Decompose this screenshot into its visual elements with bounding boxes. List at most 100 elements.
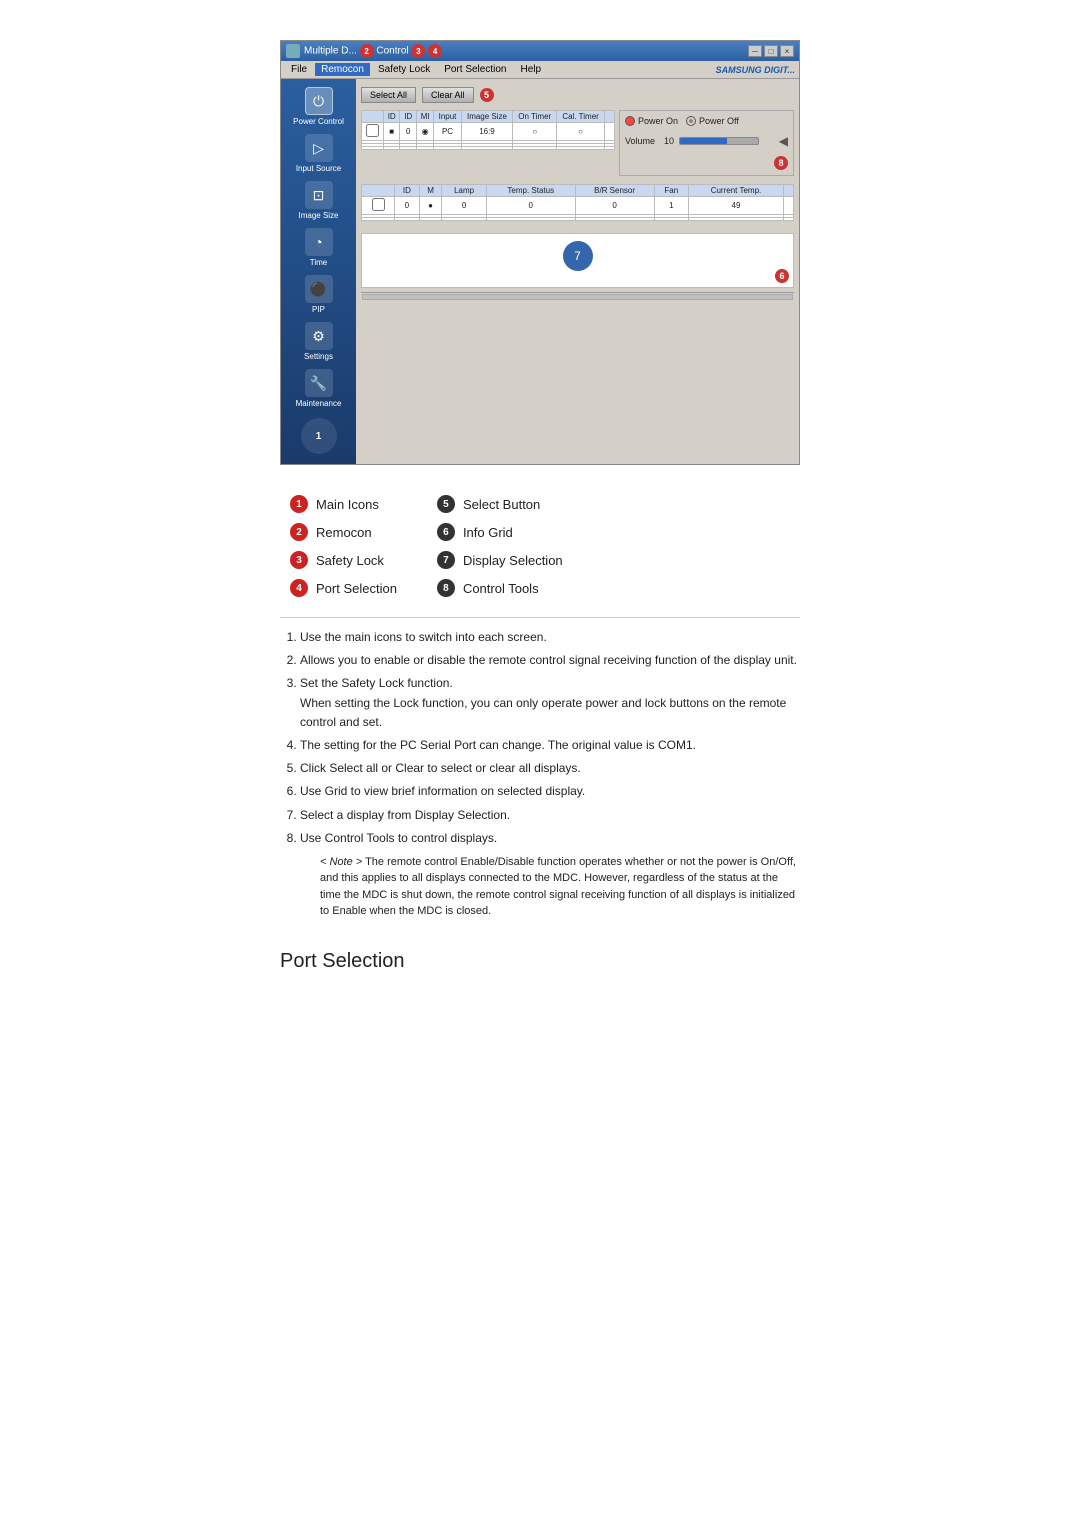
power-control-icon: ⏻ xyxy=(305,87,333,115)
sidebar-item-image-size[interactable]: ⊡ Image Size xyxy=(284,178,353,223)
legend-item-1: 1 Main Icons xyxy=(290,495,397,513)
power-on-label: Power On xyxy=(638,116,678,126)
toolbar-row: Select All Clear All 5 xyxy=(361,84,794,106)
upper-cell-ontimer: ○ xyxy=(513,123,557,141)
note-item-4: The setting for the PC Serial Port can c… xyxy=(300,736,800,755)
power-on-button[interactable]: Power On xyxy=(625,116,678,126)
lower-grid-row-1: 0 ● 0 0 0 1 49 xyxy=(362,197,794,215)
legend-label-2: Remocon xyxy=(316,525,372,540)
maintenance-icon: 🔧 xyxy=(305,369,333,397)
legend-label-6: Info Grid xyxy=(463,525,513,540)
note-prefix: < Note > xyxy=(320,856,362,868)
legend-badge-3: 3 xyxy=(290,551,308,569)
upper-info-grid: ID ID MI Input Image Size On Timer Cal. … xyxy=(361,110,615,176)
upper-scroll-cell xyxy=(605,123,615,141)
sidebar-item-power-control[interactable]: ⏻ Power Control xyxy=(284,84,353,129)
legend-badge-2: 2 xyxy=(290,523,308,541)
clear-all-button[interactable]: Clear All xyxy=(422,87,474,103)
upper-scrollbar xyxy=(605,111,615,123)
lower-col-brsensor: B/R Sensor xyxy=(575,185,654,197)
legend-section: 1 Main Icons 2 Remocon 3 Safety Lock 4 P… xyxy=(280,495,800,597)
upper-col-ontimer: On Timer xyxy=(513,111,557,123)
lower-cell-fan: 1 xyxy=(654,197,688,215)
legend-item-8: 8 Control Tools xyxy=(437,579,563,597)
sidebar-item-time[interactable]: ◔ Time xyxy=(284,225,353,270)
lower-grid-row-3 xyxy=(362,218,794,221)
sidebar-label-pip: PIP xyxy=(312,305,325,314)
sidebar-item-pip[interactable]: ⚫ PIP xyxy=(284,272,353,317)
badge-6: 6 xyxy=(775,269,789,283)
sidebar-item-settings[interactable]: ⚙ Settings xyxy=(284,319,353,364)
app-body: ⏻ Power Control ▷ Input Source ⊡ Image S… xyxy=(281,79,799,464)
row-checkbox-1[interactable] xyxy=(366,124,379,137)
badge-3: 3 xyxy=(411,44,425,58)
sidebar-label-maintenance: Maintenance xyxy=(296,399,342,408)
note-block: < Note > The remote control Enable/Disab… xyxy=(300,854,800,920)
legend-right-col: 5 Select Button 6 Info Grid 7 Display Se… xyxy=(437,495,563,597)
maximize-button[interactable]: □ xyxy=(764,45,778,57)
sidebar-label-power: Power Control xyxy=(293,117,344,126)
legend-label-3: Safety Lock xyxy=(316,553,384,568)
app-screenshot: Multiple D... 2 Control 3 4 ─ □ × File R… xyxy=(280,40,800,465)
lower-cell-lamp: 0 xyxy=(442,197,487,215)
lower-scroll-cell xyxy=(784,197,794,215)
legend-item-7: 7 Display Selection xyxy=(437,551,563,569)
legend-badge-6: 6 xyxy=(437,523,455,541)
menu-remocon[interactable]: Remocon xyxy=(315,63,370,76)
badge-5-toolbar: 5 xyxy=(480,88,494,102)
legend-item-6: 6 Info Grid xyxy=(437,523,563,541)
sidebar-item-input-source[interactable]: ▷ Input Source xyxy=(284,131,353,176)
lower-col-tempstatus: Temp. Status xyxy=(486,185,575,197)
lower-cell-brsensor: 0 xyxy=(575,197,654,215)
note-item-1: Use the main icons to switch into each s… xyxy=(300,628,800,647)
menu-safety-lock[interactable]: Safety Lock xyxy=(372,63,436,76)
note-item-6: Use Grid to view brief information on se… xyxy=(300,782,800,801)
samsung-logo: SAMSUNG DIGIT... xyxy=(716,65,795,75)
menu-help[interactable]: Help xyxy=(514,63,547,76)
upper-grid-table: ID ID MI Input Image Size On Timer Cal. … xyxy=(361,110,615,150)
sidebar-label-time: Time xyxy=(310,258,327,267)
note-text: The remote control Enable/Disable functi… xyxy=(320,856,796,918)
close-button[interactable]: × xyxy=(780,45,794,57)
menu-bar: File Remocon Safety Lock Port Selection … xyxy=(281,61,799,79)
note-item-5: Click Select all or Clear to select or c… xyxy=(300,759,800,778)
volume-slider[interactable] xyxy=(679,137,759,145)
upper-grid-row-1: ■ 0 ◉ PC 16:9 ○ ○ xyxy=(362,123,615,141)
upper-col-caltimer: Cal. Timer xyxy=(557,111,605,123)
lower-grid-table: ID M Lamp Temp. Status B/R Sensor Fan Cu… xyxy=(361,184,794,221)
port-selection-heading: Port Selection xyxy=(280,950,800,973)
time-icon: ◔ xyxy=(305,228,333,256)
badge-2: 2 xyxy=(360,44,374,58)
title-bar: Multiple D... 2 Control 3 4 ─ □ × xyxy=(281,41,799,61)
legend-badge-1: 1 xyxy=(290,495,308,513)
legend-label-7: Display Selection xyxy=(463,553,563,568)
display-selection-icon[interactable]: 7 xyxy=(563,241,593,271)
legend-label-1: Main Icons xyxy=(316,497,379,512)
volume-icon: ◀ xyxy=(779,134,788,148)
note-item-8: Use Control Tools to control displays. <… xyxy=(300,829,800,920)
power-off-button[interactable]: Power Off xyxy=(686,116,739,126)
minimize-button[interactable]: ─ xyxy=(748,45,762,57)
legend-item-3: 3 Safety Lock xyxy=(290,551,397,569)
upper-col-input: Input xyxy=(434,111,461,123)
divider-line xyxy=(280,617,800,618)
power-row: Power On Power Off xyxy=(625,116,788,126)
menu-port-selection[interactable]: Port Selection xyxy=(438,63,512,76)
legend-left-col: 1 Main Icons 2 Remocon 3 Safety Lock 4 P… xyxy=(290,495,397,597)
lower-row-checkbox-1[interactable] xyxy=(372,198,385,211)
power-on-radio xyxy=(625,116,635,126)
left-sidebar: ⏻ Power Control ▷ Input Source ⊡ Image S… xyxy=(281,79,356,464)
menu-file[interactable]: File xyxy=(285,63,313,76)
volume-value: 10 xyxy=(664,136,674,146)
lower-col-m: M xyxy=(419,185,442,197)
lower-cell-tempstatus: 0 xyxy=(486,197,575,215)
title-text-part1: Multiple D... xyxy=(304,46,360,57)
pip-icon: ⚫ xyxy=(305,275,333,303)
upper-cell-imgsize: 16:9 xyxy=(461,123,513,141)
select-all-button[interactable]: Select All xyxy=(361,87,416,103)
upper-grid-row-4 xyxy=(362,147,615,150)
app-title-text: Multiple D... 2 Control 3 4 xyxy=(304,44,442,58)
sidebar-label-image: Image Size xyxy=(298,211,338,220)
sidebar-item-maintenance[interactable]: 🔧 Maintenance xyxy=(284,366,353,411)
badge-8: 8 xyxy=(774,156,788,170)
